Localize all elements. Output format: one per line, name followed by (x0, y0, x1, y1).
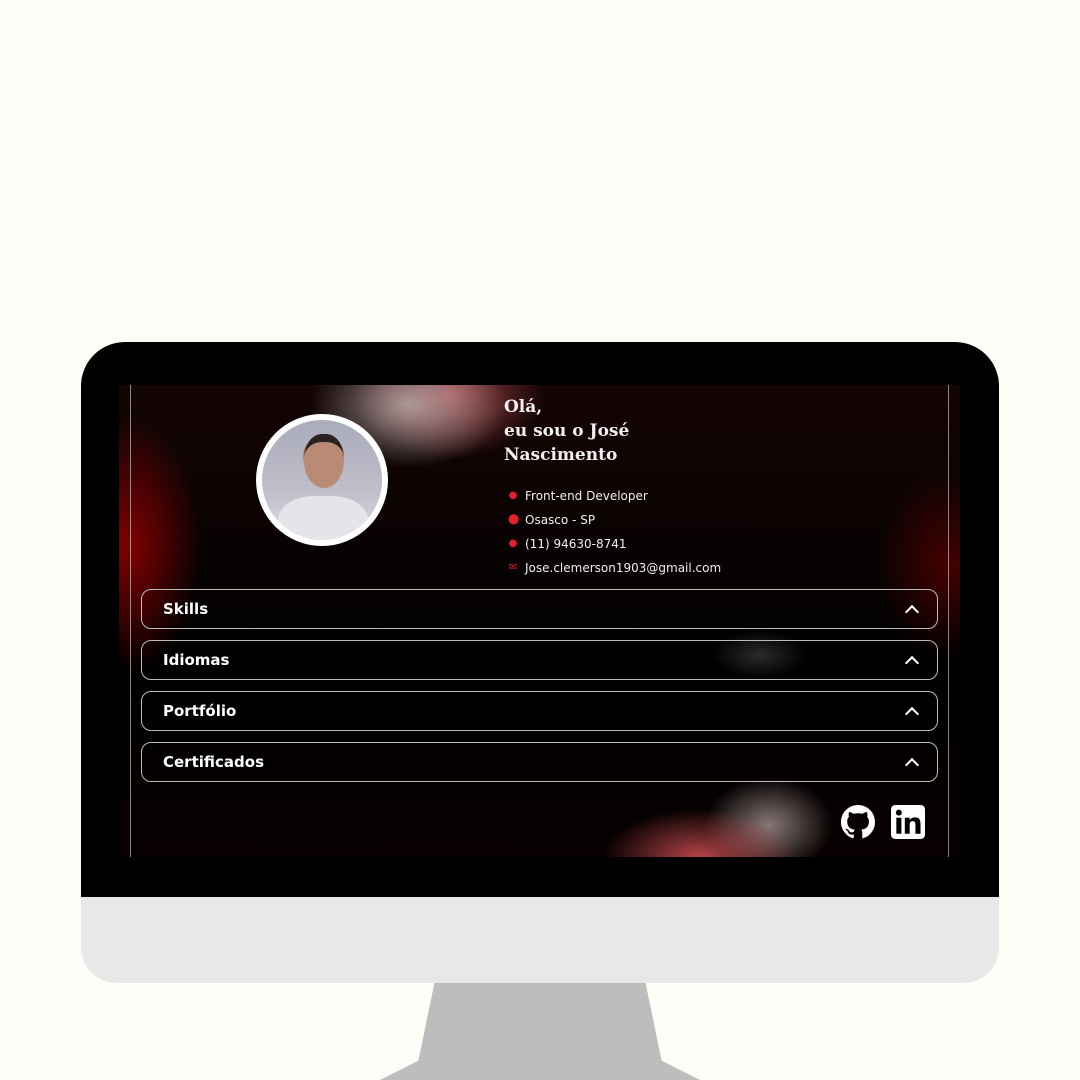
github-icon[interactable] (841, 805, 875, 839)
chevron-up-icon (904, 655, 920, 671)
greeting: Olá, (504, 397, 543, 417)
info-text: Osasco - SP (525, 513, 596, 527)
whatsapp-icon: ● (508, 538, 518, 549)
title-line: eu sou o José (504, 421, 630, 441)
user-icon: ● (508, 490, 518, 501)
border-line-left (130, 385, 131, 857)
map-pin-icon: ⬤ (508, 514, 520, 525)
accordion-skills[interactable]: Skills (141, 589, 938, 629)
accordion-label: Idiomas (163, 651, 230, 669)
chevron-up-icon (904, 706, 920, 722)
info-text: Jose.clemerson1903@gmail.com (525, 561, 722, 575)
info-phone[interactable]: ● (11) 94630-8741 (508, 532, 721, 556)
info-email[interactable]: ✉ Jose.clemerson1903@gmail.com (508, 556, 721, 580)
accordion-portfolio[interactable]: Portfólio (141, 691, 938, 731)
monitor-chin (81, 897, 999, 983)
mail-icon: ✉ (508, 562, 518, 573)
info-location: ⬤ Osasco - SP (508, 508, 721, 532)
avatar (256, 414, 388, 546)
chevron-up-icon (904, 604, 920, 620)
accordion-label: Portfólio (163, 702, 237, 720)
accordion-label: Skills (163, 600, 209, 618)
info-text: Front-end Developer (525, 489, 648, 503)
accordion-certificados[interactable]: Certificados (141, 742, 938, 782)
monitor-stand (380, 983, 700, 1080)
title-line: Nascimento (504, 445, 618, 465)
page-title: Olá, eu sou o José Nascimento (504, 395, 629, 467)
accordion-label: Certificados (163, 753, 264, 771)
accordion-idiomas[interactable]: Idiomas (141, 640, 938, 680)
chevron-up-icon (904, 757, 920, 773)
info-text: (11) 94630-8741 (525, 537, 627, 551)
portfolio-screen: Olá, eu sou o José Nascimento ● Front-end… (119, 385, 960, 857)
info-role: ● Front-end Developer (508, 484, 721, 508)
contact-info: ● Front-end Developer ⬤ Osasco - SP ● (11) … (508, 484, 721, 580)
linkedin-icon[interactable] (891, 805, 925, 839)
border-line-right (948, 385, 949, 857)
